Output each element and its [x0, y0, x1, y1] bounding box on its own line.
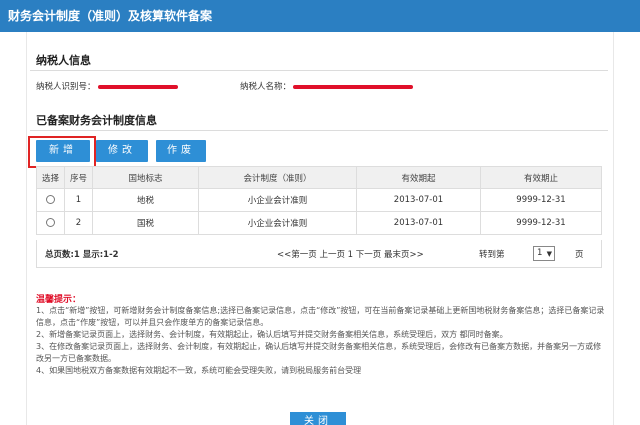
goto-label: 转到第	[479, 250, 505, 260]
pagination-summary: 总页数:1 显示:1-2	[45, 250, 119, 260]
redacted-name	[293, 84, 414, 89]
row-flag: 国税	[92, 211, 199, 235]
row-select-cell[interactable]	[36, 188, 65, 212]
taxpayer-id-field: 纳税人识别号：	[36, 80, 178, 92]
records-section-title: 已备案财务会计制度信息	[36, 114, 157, 127]
records-table: 选择 序号 国地标志 会计制度（准则） 有效期起 有效期止 1 地税 小企业会计…	[36, 166, 602, 235]
pagination-bar: 总页数:1 显示:1-2 <<第一页 上一页 1 下一页 最末页>> 转到第 1…	[36, 240, 602, 268]
void-button[interactable]: 作废	[156, 140, 206, 162]
page-select-value: 1	[537, 248, 543, 258]
taxpayer-name-field: 纳税人名称：	[240, 80, 414, 92]
row-radio[interactable]	[46, 195, 55, 204]
table-header-row: 选择 序号 国地标志 会计制度（准则） 有效期起 有效期止	[36, 166, 602, 189]
row-end: 9999-12-31	[480, 188, 602, 212]
row-flag: 地税	[92, 188, 199, 212]
taxpayer-section-title: 纳税人信息	[36, 54, 91, 67]
row-seq: 1	[64, 188, 93, 212]
col-system: 会计制度（准则）	[198, 166, 357, 189]
row-system: 小企业会计准则	[198, 188, 357, 212]
tip-line: 1、点击“新增”按钮，可新增财务会计制度备案信息;选择已备案记录信息，点击“修改…	[36, 306, 605, 327]
close-button[interactable]: 关闭	[290, 412, 346, 425]
edit-button[interactable]: 修改	[96, 140, 148, 162]
chevron-down-icon: ▼	[546, 250, 552, 258]
divider	[30, 70, 608, 71]
add-button-highlight	[28, 136, 96, 168]
row-system: 小企业会计准则	[198, 211, 357, 235]
col-flag: 国地标志	[92, 166, 199, 189]
pagination-nav[interactable]: <<第一页 上一页 1 下一页 最末页>>	[277, 248, 424, 260]
col-select: 选择	[36, 166, 65, 189]
table-row[interactable]: 1 地税 小企业会计准则 2013-07-01 9999-12-31	[36, 188, 602, 212]
row-start: 2013-07-01	[356, 188, 481, 212]
tip-line: 3、在修改备案记录页面上，选择财务、会计制度，有效期起止，确认后填写并提交财务备…	[36, 342, 602, 363]
row-radio[interactable]	[46, 218, 55, 227]
page-select[interactable]: 1 ▼	[533, 246, 555, 261]
taxpayer-name-label: 纳税人名称：	[240, 82, 292, 92]
col-end: 有效期止	[480, 166, 602, 189]
row-end: 9999-12-31	[480, 211, 602, 235]
row-start: 2013-07-01	[356, 211, 481, 235]
redacted-id	[97, 84, 178, 89]
window-title: 财务会计制度（准则）及核算软件备案	[0, 0, 640, 32]
row-seq: 2	[64, 211, 93, 235]
table-row[interactable]: 2 国税 小企业会计准则 2013-07-01 9999-12-31	[36, 211, 602, 235]
col-start: 有效期起	[356, 166, 481, 189]
page-suffix: 页	[575, 250, 584, 260]
row-select-cell[interactable]	[36, 211, 65, 235]
taxpayer-id-label: 纳税人识别号：	[36, 82, 96, 92]
tip-line: 4、如果国地税双方备案数据有效期起不一致，系统可能会受理失败，请到税局服务前台受…	[36, 366, 362, 375]
col-seq: 序号	[64, 166, 93, 189]
divider	[30, 130, 608, 131]
tips-list: 1、点击“新增”按钮，可新增财务会计制度备案信息;选择已备案记录信息，点击“修改…	[36, 305, 606, 377]
tips-title: 温馨提示：	[36, 295, 82, 305]
tip-line: 2、新增备案记录页面上，选择财务、会计制度，有效期起止，确认后填写并提交财务备案…	[36, 330, 508, 339]
